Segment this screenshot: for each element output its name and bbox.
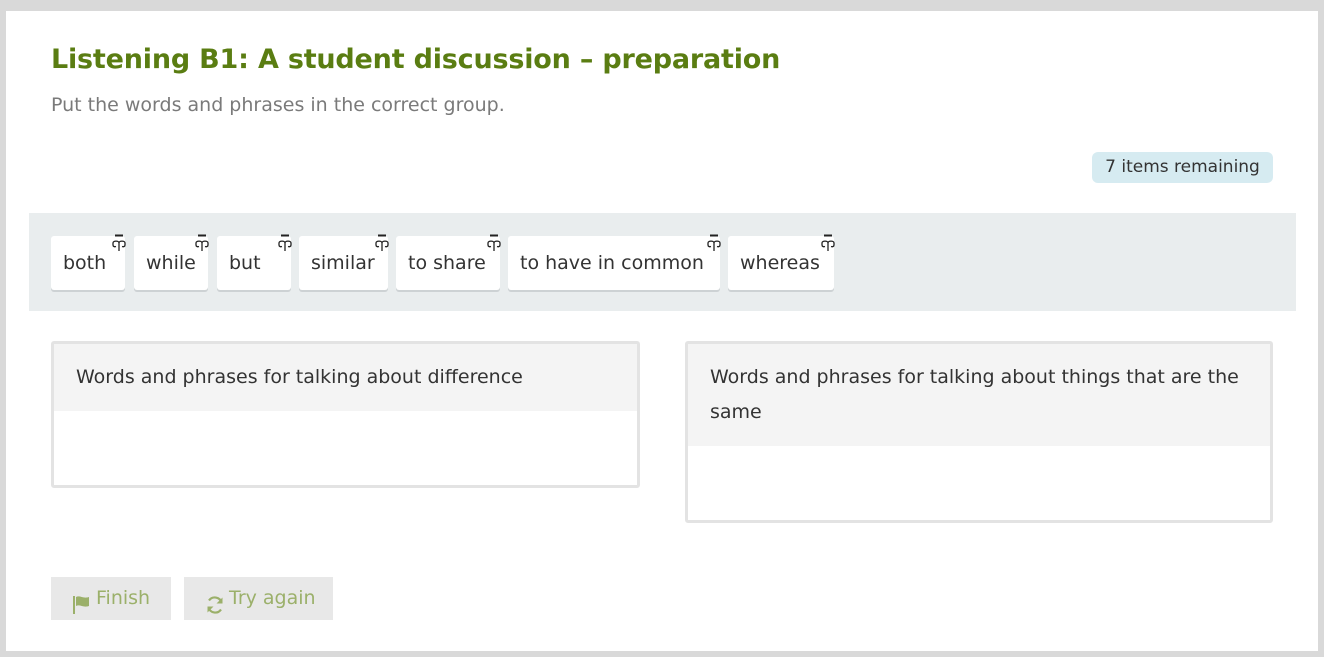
draggable-word-similar[interactable]: similar: [299, 234, 390, 290]
word-label: to have in common: [520, 252, 704, 274]
draggable-word-while[interactable]: while: [134, 234, 210, 290]
drag-hand-icon: [486, 234, 502, 252]
finish-label: Finish: [96, 587, 151, 609]
drag-hand-icon: [820, 234, 836, 252]
group-same: Words and phrases for talking about thin…: [685, 341, 1273, 523]
group-heading-difference: Words and phrases for talking about diff…: [54, 344, 637, 411]
draggable-word-both[interactable]: both: [51, 234, 127, 290]
try-again-label: Try again: [229, 587, 316, 609]
group-difference: Words and phrases for talking about diff…: [51, 341, 640, 488]
word-label: similar: [311, 252, 375, 274]
activity-title: Listening B1: A student discussion – pre…: [51, 44, 781, 75]
drag-hand-icon: [194, 234, 210, 252]
drag-hand-icon: [706, 234, 722, 252]
drop-zone-difference[interactable]: [54, 411, 637, 485]
group-heading-same: Words and phrases for talking about thin…: [688, 344, 1270, 446]
word-pool: both while but similar to share to have …: [29, 213, 1296, 311]
draggable-word-whereas[interactable]: whereas: [728, 234, 836, 290]
draggable-word-to-share[interactable]: to share: [396, 234, 502, 290]
word-label: both: [63, 252, 107, 274]
try-again-button[interactable]: Try again: [184, 577, 333, 620]
word-label: but: [229, 252, 261, 274]
draggable-word-to-have-in-common[interactable]: to have in common: [508, 234, 722, 290]
drag-hand-icon: [374, 234, 390, 252]
draggable-word-but[interactable]: but: [217, 234, 293, 290]
word-label: to share: [408, 252, 486, 274]
activity-card: Listening B1: A student discussion – pre…: [6, 11, 1318, 651]
refresh-icon: [205, 588, 225, 631]
word-label: while: [146, 252, 196, 274]
activity-instruction: Put the words and phrases in the correct…: [51, 94, 505, 116]
drag-hand-icon: [111, 234, 127, 252]
items-remaining-badge: 7 items remaining: [1092, 152, 1273, 183]
word-label: whereas: [740, 252, 820, 274]
drag-hand-icon: [277, 234, 293, 252]
drop-zone-same[interactable]: [688, 446, 1270, 520]
flag-icon: [72, 588, 91, 631]
finish-button[interactable]: Finish: [51, 577, 171, 620]
